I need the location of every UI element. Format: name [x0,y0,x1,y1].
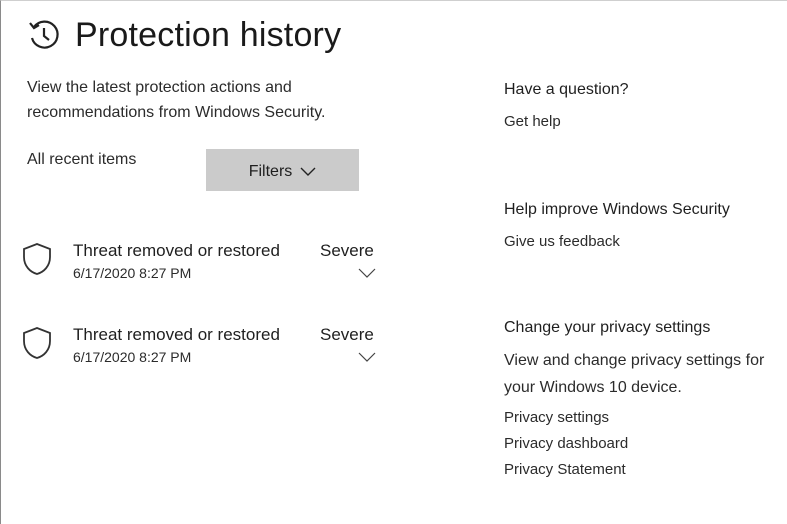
filters-button-label: Filters [248,162,293,180]
page-description: View the latest protection actions and r… [27,79,326,121]
give-feedback-link[interactable]: Give us feedback [504,233,620,250]
chevron-down-icon[interactable] [358,268,376,279]
help-section: Have a question? Get help [504,81,787,131]
history-icon [29,20,59,49]
item-title: Threat removed or restored [73,325,280,344]
privacy-heading: Change your privacy settings [504,319,711,336]
privacy-statement-link[interactable]: Privacy Statement [504,461,626,478]
privacy-settings-link[interactable]: Privacy settings [504,409,609,426]
privacy-dashboard-link[interactable]: Privacy dashboard [504,435,628,452]
filters-button[interactable]: Filters [206,149,359,191]
privacy-description: View and change privacy settings for you… [504,352,765,396]
severity-badge: Severe [320,325,374,344]
history-item[interactable]: Threat removed or restored Severe 6/17/2… [21,325,391,385]
feedback-section: Help improve Windows Security Give us fe… [504,201,787,251]
feedback-heading: Help improve Windows Security [504,201,730,218]
help-heading: Have a question? [504,81,629,98]
protection-history-page: Protection history View the latest prote… [0,0,787,524]
chevron-down-icon[interactable] [358,352,376,363]
chevron-down-icon [300,167,316,176]
all-recent-items-label: All recent items [27,151,137,168]
get-help-link[interactable]: Get help [504,113,561,130]
severity-badge: Severe [320,241,374,260]
shield-icon [23,243,51,275]
page-header: Protection history [27,15,341,55]
history-item[interactable]: Threat removed or restored Severe 6/17/2… [21,241,391,301]
shield-icon [23,327,51,359]
item-title: Threat removed or restored [73,241,280,260]
page-title: Protection history [75,16,342,54]
item-date: 6/17/2020 8:27 PM [73,265,192,281]
item-date: 6/17/2020 8:27 PM [73,349,192,365]
privacy-section: Change your privacy settings View and ch… [504,319,787,479]
